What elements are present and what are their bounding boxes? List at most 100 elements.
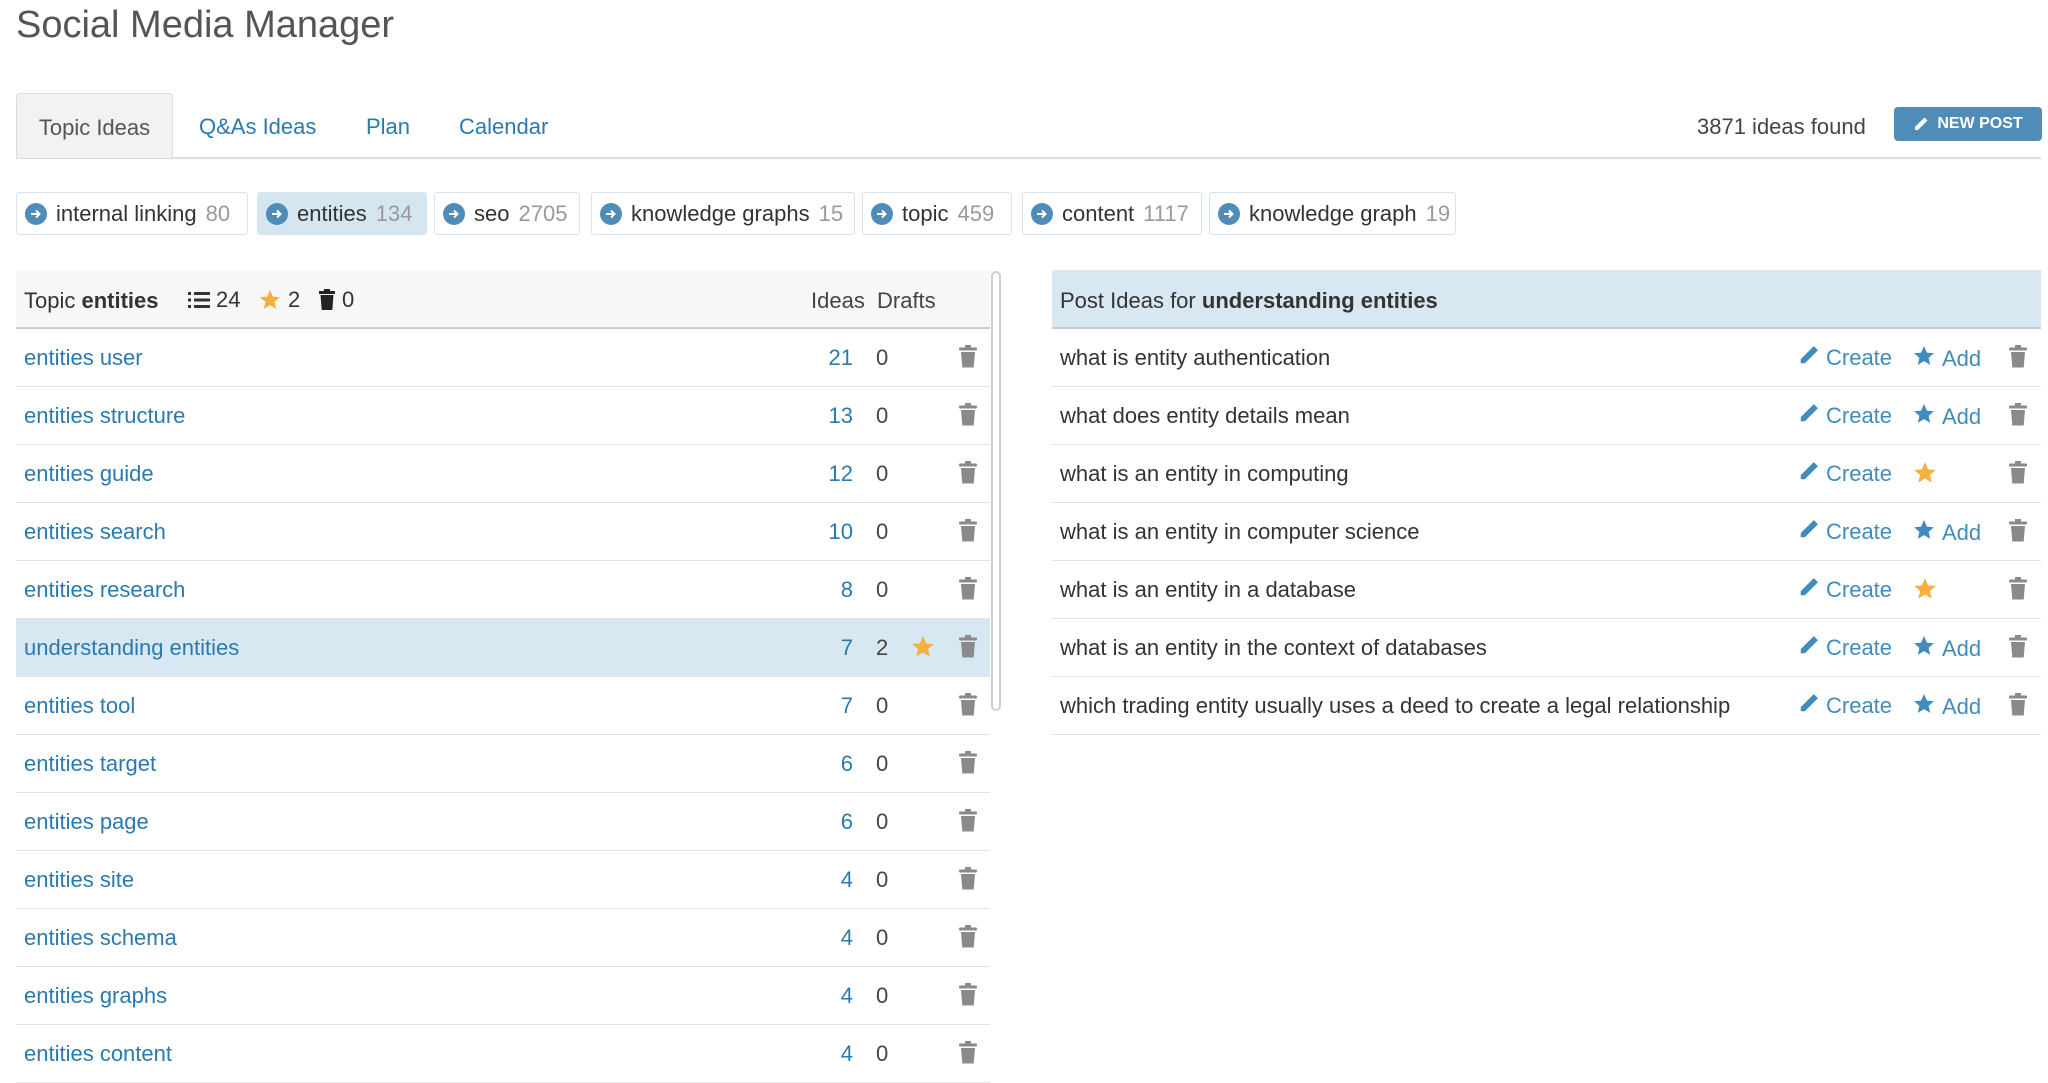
trash-icon[interactable] — [958, 403, 978, 432]
ideas-count[interactable]: 4 — [811, 925, 853, 951]
chip-knowledge-graph[interactable]: knowledge graph 19 — [1209, 192, 1456, 235]
starred-star[interactable] — [1912, 576, 1938, 608]
ideas-count[interactable]: 6 — [811, 809, 853, 835]
topic-table-scrollbar[interactable] — [991, 271, 1001, 711]
trash-icon[interactable] — [958, 983, 978, 1012]
add-button[interactable]: Add — [1912, 344, 1981, 374]
table-row[interactable]: entities site 4 0 — [16, 851, 990, 909]
ideas-count[interactable]: 21 — [811, 345, 853, 371]
tab-qas-ideas[interactable]: Q&As Ideas — [199, 93, 316, 157]
chip-topic[interactable]: topic 459 — [862, 192, 1012, 235]
post-ideas-topic: understanding entities — [1201, 288, 1438, 313]
topic-link[interactable]: entities page — [24, 809, 149, 835]
ideas-count[interactable]: 7 — [811, 693, 853, 719]
trash-icon[interactable] — [2008, 693, 2028, 722]
create-button[interactable]: Create — [1798, 344, 1892, 372]
table-row[interactable]: entities research 8 0 — [16, 561, 990, 619]
trash-icon[interactable] — [2008, 577, 2028, 606]
topic-link[interactable]: entities user — [24, 345, 143, 371]
table-row[interactable]: entities content 4 0 — [16, 1025, 990, 1083]
tab-calendar[interactable]: Calendar — [459, 93, 548, 157]
trash-icon[interactable] — [958, 635, 978, 664]
list-item: what is an entity in computing Create — [1052, 445, 2041, 503]
create-button[interactable]: Create — [1798, 634, 1892, 662]
drafts-count: 0 — [876, 925, 889, 950]
topic-link[interactable]: entities search — [24, 519, 166, 545]
new-post-button[interactable]: NEW POST — [1894, 107, 2042, 141]
create-button[interactable]: Create — [1798, 692, 1892, 720]
star-icon[interactable] — [910, 634, 936, 666]
topic-link[interactable]: understanding entities — [24, 635, 239, 661]
table-row[interactable]: entities structure 13 0 — [16, 387, 990, 445]
create-button[interactable]: Create — [1798, 576, 1892, 604]
ideas-count[interactable]: 13 — [811, 403, 853, 429]
add-button[interactable]: Add — [1912, 634, 1981, 664]
trash-count: 0 — [318, 287, 354, 313]
trash-icon[interactable] — [2008, 519, 2028, 548]
trash-icon[interactable] — [2008, 403, 2028, 432]
table-row[interactable]: entities page 6 0 — [16, 793, 990, 851]
list-item: which trading entity usually uses a deed… — [1052, 677, 2041, 735]
tab-plan[interactable]: Plan — [366, 93, 410, 157]
trash-icon[interactable] — [958, 693, 978, 722]
trash-icon[interactable] — [2008, 345, 2028, 374]
topic-link[interactable]: entities graphs — [24, 983, 167, 1009]
trash-icon[interactable] — [958, 751, 978, 780]
starred-star[interactable] — [1912, 460, 1938, 492]
topic-link[interactable]: entities guide — [24, 461, 154, 487]
ideas-count[interactable]: 4 — [811, 867, 853, 893]
trash-icon[interactable] — [958, 577, 978, 606]
star-count-value: 2 — [288, 287, 301, 312]
table-row[interactable]: entities guide 12 0 — [16, 445, 990, 503]
trash-icon[interactable] — [958, 809, 978, 838]
create-button[interactable]: Create — [1798, 460, 1892, 488]
chip-internal-linking[interactable]: internal linking 80 — [16, 192, 248, 235]
post-ideas-table: Post Ideas for understanding entities wh… — [1052, 270, 2041, 735]
chip-seo[interactable]: seo 2705 — [434, 192, 580, 235]
trash-icon[interactable] — [958, 519, 978, 548]
ideas-count[interactable]: 4 — [811, 1041, 853, 1067]
table-row[interactable]: entities target 6 0 — [16, 735, 990, 793]
table-row[interactable]: entities schema 4 0 — [16, 909, 990, 967]
create-button[interactable]: Create — [1798, 402, 1892, 430]
topic-link[interactable]: entities structure — [24, 403, 185, 429]
add-button[interactable]: Add — [1912, 402, 1981, 432]
topic-link[interactable]: entities schema — [24, 925, 177, 951]
ideas-count[interactable]: 6 — [811, 751, 853, 777]
topic-link[interactable]: entities target — [24, 751, 156, 777]
table-row[interactable]: entities search 10 0 — [16, 503, 990, 561]
list-item: what is entity authentication Create Add — [1052, 329, 2041, 387]
trash-icon[interactable] — [2008, 635, 2028, 664]
ideas-count[interactable]: 8 — [811, 577, 853, 603]
chip-knowledge-graphs[interactable]: knowledge graphs 15 — [591, 192, 855, 235]
tab-topic-ideas[interactable]: Topic Ideas — [16, 93, 173, 158]
create-label: Create — [1826, 345, 1893, 370]
topic-link[interactable]: entities site — [24, 867, 134, 893]
topic-link[interactable]: entities tool — [24, 693, 135, 719]
post-idea-text: what is entity authentication — [1060, 345, 1331, 370]
ideas-count[interactable]: 12 — [811, 461, 853, 487]
list-icon — [188, 292, 210, 308]
trash-icon[interactable] — [958, 925, 978, 954]
chip-content[interactable]: content 1117 — [1022, 192, 1202, 235]
topic-table-body: entities user 21 0 entities structure 13 0 ent… — [16, 329, 990, 1083]
table-row[interactable]: entities user 21 0 — [16, 329, 990, 387]
table-row[interactable]: entities graphs 4 0 — [16, 967, 990, 1025]
ideas-count[interactable]: 4 — [811, 983, 853, 1009]
trash-icon[interactable] — [958, 1041, 978, 1070]
table-row[interactable]: understanding entities 7 2 — [16, 619, 990, 677]
create-label: Create — [1826, 403, 1893, 428]
table-row[interactable]: entities tool 7 0 — [16, 677, 990, 735]
ideas-count[interactable]: 7 — [811, 635, 853, 661]
add-button[interactable]: Add — [1912, 518, 1981, 548]
topic-link[interactable]: entities content — [24, 1041, 172, 1067]
add-button[interactable]: Add — [1912, 692, 1981, 722]
trash-icon[interactable] — [958, 345, 978, 374]
trash-icon[interactable] — [2008, 461, 2028, 490]
create-button[interactable]: Create — [1798, 518, 1892, 546]
trash-icon[interactable] — [958, 461, 978, 490]
topic-link[interactable]: entities research — [24, 577, 185, 603]
ideas-count[interactable]: 10 — [811, 519, 853, 545]
trash-icon[interactable] — [958, 867, 978, 896]
chip-entities[interactable]: entities 134 — [257, 192, 427, 235]
